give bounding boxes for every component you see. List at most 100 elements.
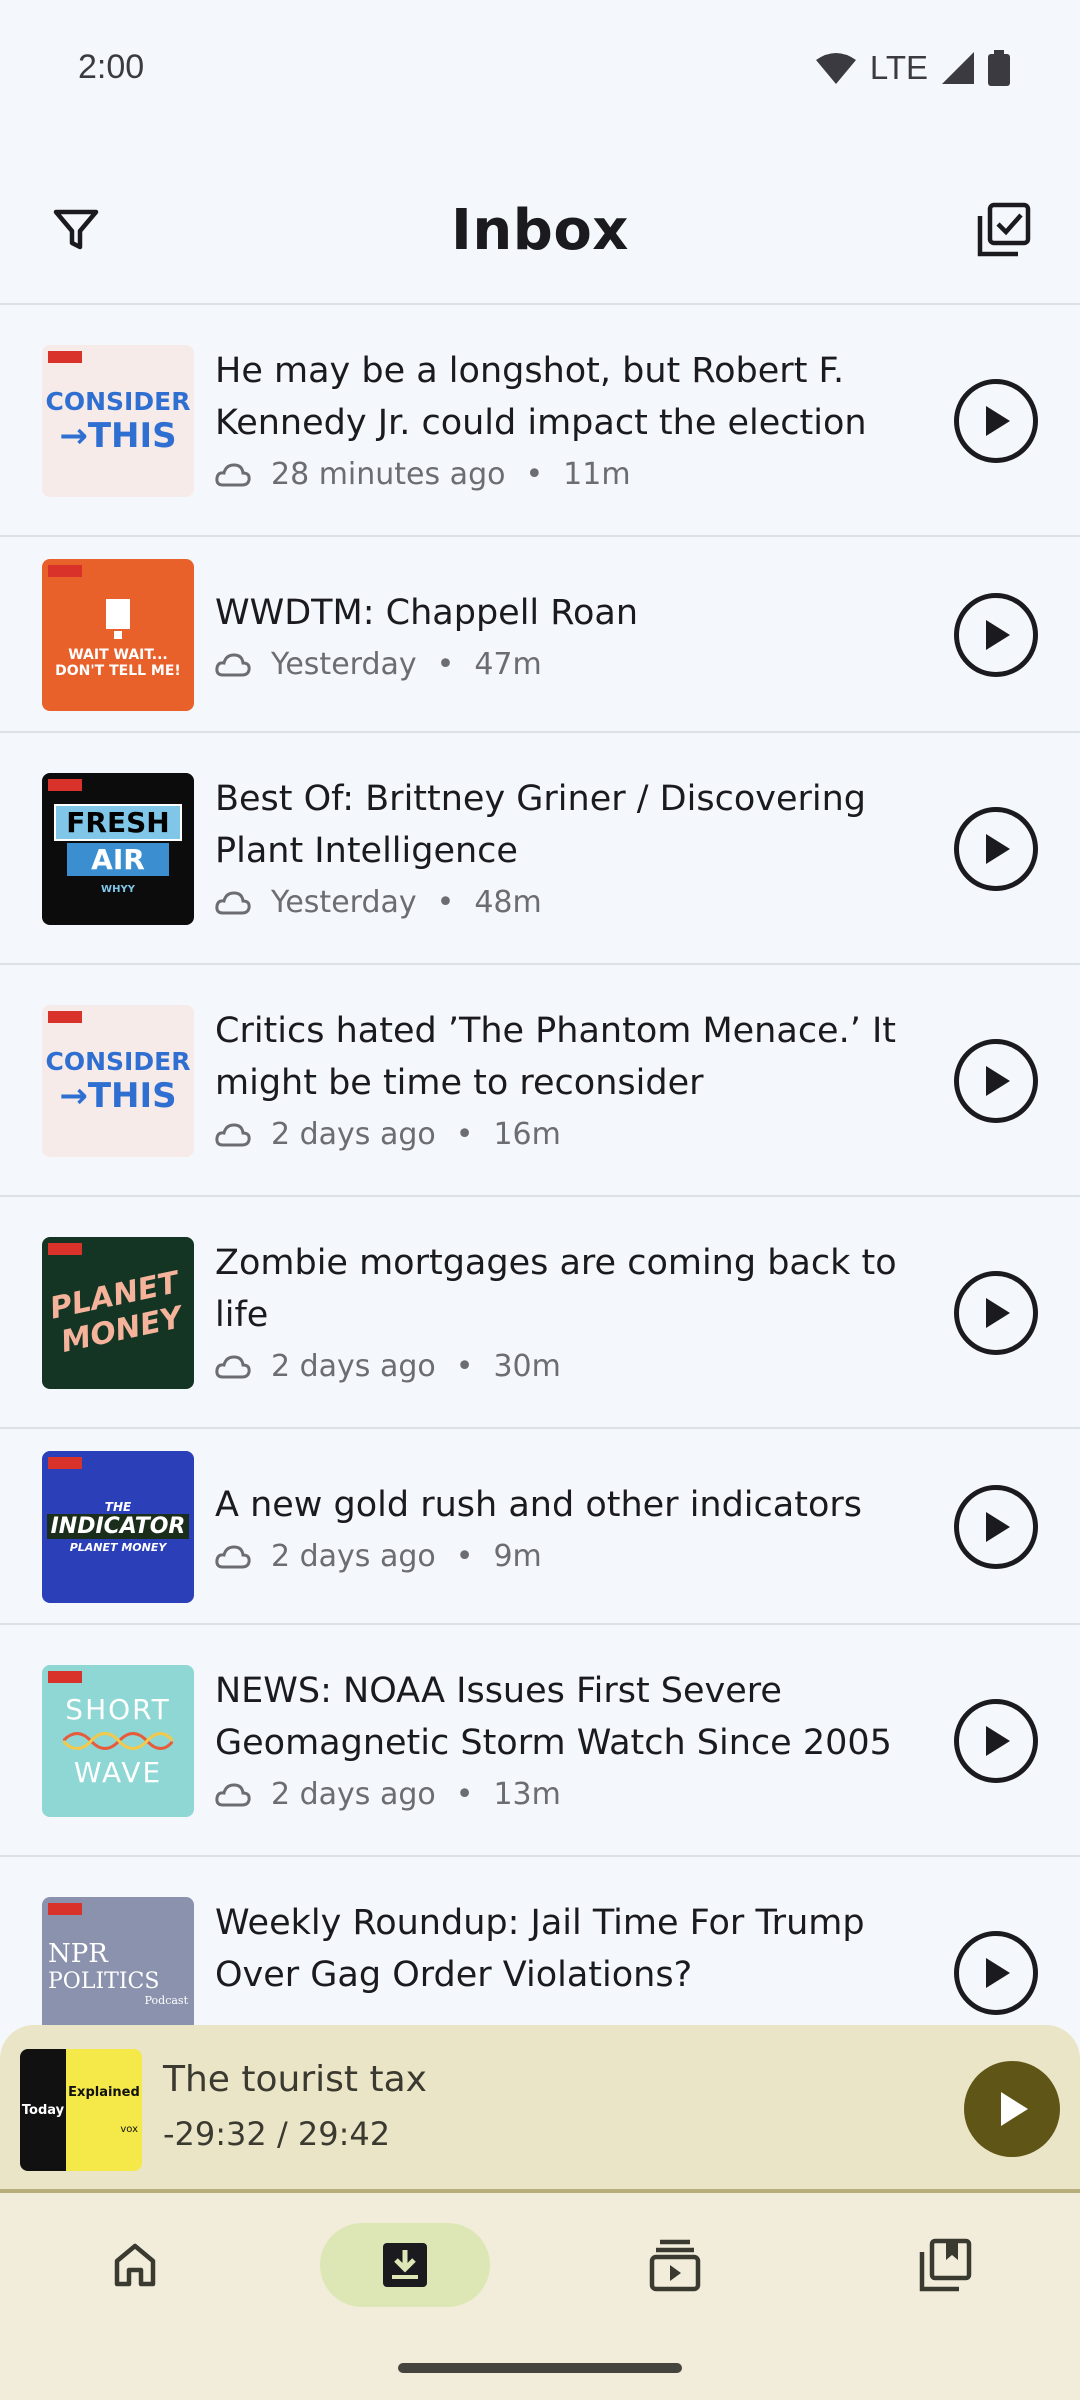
npr-logo [48,1903,82,1915]
podcast-artwork: NPR POLITICS Podcast [42,1897,194,2025]
nav-inbox[interactable] [320,2223,490,2307]
play-icon [986,406,1010,436]
top-app-bar: Inbox [0,160,1080,300]
art-text: DON'T TELL ME! [55,663,181,679]
episode-duration: 48m [474,885,542,920]
podcast-artwork: THE INDICATOR PLANET MONEY [42,1451,194,1603]
wifi-icon [815,52,856,84]
art-text: Today [21,2102,65,2118]
episode-meta: 2 days ago • 30m [215,1349,915,1384]
episode-age: Yesterday [271,885,417,920]
episode-row[interactable]: THE INDICATOR PLANET MONEY A new gold ru… [0,1429,1080,1625]
play-button[interactable] [954,1271,1038,1355]
meta-separator: • [436,885,455,920]
play-button[interactable] [954,807,1038,891]
battery-icon [988,49,1010,86]
episode-row[interactable]: FRESH AIR WHYY Best Of: Brittney Griner … [0,733,1080,965]
meta-separator: • [455,1349,474,1384]
play-button[interactable] [954,593,1038,677]
episode-list[interactable]: CONSIDER →THIS He may be a longshot, but… [0,305,1080,2025]
play-icon [986,1298,1010,1328]
network-label: LTE [869,48,928,86]
select-all-button[interactable] [966,192,1042,268]
play-button[interactable] [954,1039,1038,1123]
nav-subscriptions[interactable] [590,2223,760,2307]
mini-play-button[interactable] [964,2061,1060,2157]
art-text: FRESH [54,803,182,841]
art-text: WAIT WAIT... [68,647,168,663]
npr-logo [48,565,82,577]
filter-icon [53,209,99,250]
subscriptions-icon [649,2239,701,2292]
cloud-icon [215,1544,251,1568]
art-text: WAVE [73,1756,163,1789]
cloud-icon [215,1354,251,1378]
art-text: →THIS [59,1075,177,1116]
cloud-icon [215,1122,251,1146]
npr-logo [48,779,82,791]
episode-row[interactable]: CONSIDER →THIS Critics hated ’The Phanto… [0,965,1080,1197]
art-text: THE [104,1500,132,1514]
play-icon [986,1726,1010,1756]
nav-library[interactable] [860,2223,1030,2307]
art-text: →THIS [59,415,177,456]
art-text: NPR [48,1939,108,1969]
home-indicator[interactable] [398,2363,682,2373]
episode-age: 2 days ago [271,1117,436,1152]
mini-player[interactable]: Today Explained vox The tourist tax -29:… [0,2025,1080,2193]
home-icon [114,2243,156,2287]
episode-row[interactable]: WAIT WAIT... DON'T TELL ME! WWDTM: Chapp… [0,537,1080,733]
episode-row[interactable]: NPR POLITICS Podcast Weekly Roundup: Jai… [0,1857,1080,2025]
episode-row[interactable]: CONSIDER →THIS He may be a longshot, but… [0,305,1080,537]
episode-title: Zombie mortgages are coming back to life [215,1243,897,1335]
podcast-artwork: WAIT WAIT... DON'T TELL ME! [42,559,194,711]
cloud-icon [215,652,251,676]
episode-title: Critics hated ’The Phantom Menace.’ It m… [215,1011,897,1103]
episode-age: 2 days ago [271,1777,436,1812]
episode-meta: 28 minutes ago • 11m [215,457,915,492]
episode-age: 2 days ago [271,1349,436,1384]
episode-duration: 47m [474,647,542,682]
page-title: Inbox [451,197,629,263]
npr-logo [48,351,82,363]
episode-row[interactable]: SHORT WAVE NEWS: NOAA Issues First Sever… [0,1625,1080,1857]
play-icon [986,620,1010,650]
episode-age: 28 minutes ago [271,457,506,492]
nav-home[interactable] [50,2223,220,2307]
meta-separator: • [455,1777,474,1812]
play-icon [986,1958,1010,1988]
episode-title: WWDTM: Chappell Roan [215,593,639,633]
art-text: CONSIDER [45,1046,191,1076]
meta-separator: • [525,457,544,492]
podcast-artwork: CONSIDER →THIS [42,345,194,497]
episode-title: NEWS: NOAA Issues First Severe Geomagnet… [215,1671,892,1763]
art-text: Podcast [144,1994,188,2007]
art-text: CONSIDER [45,386,191,416]
play-button[interactable] [954,1931,1038,2015]
art-text: WHYY [101,883,135,895]
art-text: POLITICS [48,1969,160,1994]
art-text: INDICATOR [46,1514,190,1539]
meta-separator: • [455,1117,474,1152]
play-button[interactable] [954,379,1038,463]
play-icon [986,834,1010,864]
play-button[interactable] [954,1485,1038,1569]
npr-logo [48,1671,82,1683]
play-icon [1001,2092,1028,2126]
episode-duration: 9m [493,1539,542,1574]
play-button[interactable] [954,1699,1038,1783]
play-icon [986,1066,1010,1096]
cloud-icon [215,462,251,486]
pencil-cup-icon [106,599,130,639]
cloud-icon [215,1782,251,1806]
episode-meta: 2 days ago • 13m [215,1777,915,1812]
art-text: vox [120,2124,138,2135]
podcast-artwork: SHORT WAVE [42,1665,194,1817]
episode-row[interactable]: PLANET MONEY Zombie mortgages are coming… [0,1197,1080,1429]
episode-duration: 13m [493,1777,561,1812]
now-playing-time: -29:32 / 29:42 [163,2115,391,2153]
now-playing-title: The tourist tax [163,2059,427,2100]
podcast-artwork: CONSIDER →THIS [42,1005,194,1157]
episode-meta: 2 days ago • 9m [215,1539,915,1574]
filter-button[interactable] [38,192,114,268]
